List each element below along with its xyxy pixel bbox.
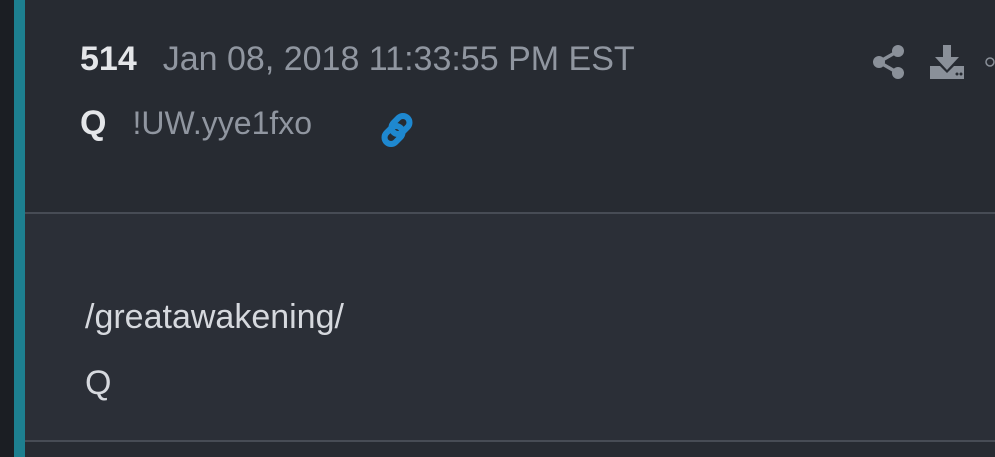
post-author: Q !UW.yye1fxo bbox=[80, 104, 312, 152]
post-body: /greatawakening/ Q bbox=[85, 284, 344, 416]
post-number[interactable]: 514 bbox=[80, 40, 137, 79]
download-icon[interactable] bbox=[927, 42, 967, 82]
post-footer bbox=[25, 442, 995, 457]
post-card: 514 Jan 08, 2018 11:33:55 PM EST Q !UW.y… bbox=[25, 0, 995, 457]
post-date: Jan 08, 2018 11:33:55 PM EST bbox=[162, 40, 635, 78]
header-divider bbox=[25, 212, 995, 214]
post-accent-bar bbox=[14, 0, 25, 457]
post-body-line: /greatawakening/ bbox=[85, 298, 344, 336]
post-actions bbox=[851, 40, 995, 84]
post-header: 514 Jan 08, 2018 11:33:55 PM EST Q !UW.y… bbox=[25, 0, 995, 213]
author-tripcode: !UW.yye1fxo bbox=[132, 105, 313, 141]
link-icon[interactable] bbox=[377, 110, 417, 150]
left-gutter bbox=[0, 0, 14, 457]
share-icon[interactable] bbox=[869, 42, 909, 82]
post-view: 514 Jan 08, 2018 11:33:55 PM EST Q !UW.y… bbox=[0, 0, 995, 457]
post-body-line: Q bbox=[85, 364, 112, 402]
author-name: Q bbox=[80, 104, 107, 142]
post-meta: 514 Jan 08, 2018 11:33:55 PM EST bbox=[80, 40, 635, 88]
circle-icon[interactable] bbox=[985, 42, 995, 82]
